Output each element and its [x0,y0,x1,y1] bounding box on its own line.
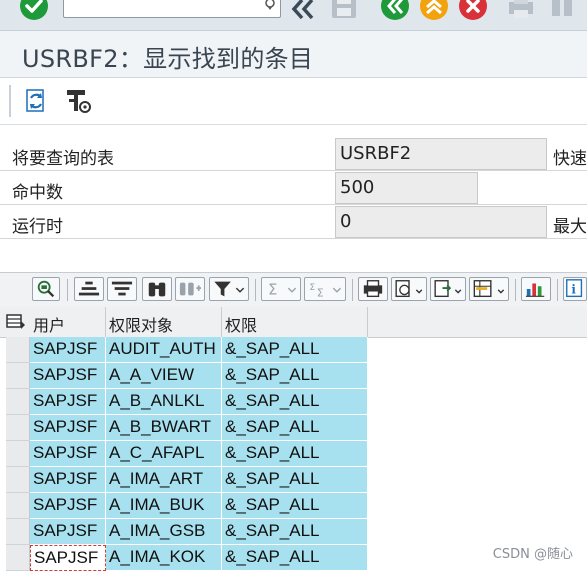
save-icon[interactable] [330,0,358,20]
svg-text:i: i [571,283,576,297]
cell-authorization[interactable]: &_SAP_ALL [222,415,368,441]
info-label-runtime: 运行时 [12,217,63,237]
svg-text:Σ: Σ [268,282,277,299]
subtotal-icon[interactable]: ΣΣ [304,277,346,301]
table-settings-icon[interactable] [64,87,92,115]
find-icon[interactable] [550,0,574,20]
cell-auth-object[interactable]: AUDIT_AUTH [106,337,222,363]
info-row-table: 将要查询的表 USRBF2 快速 [0,138,587,170]
title-bar: USRBF2：显示找到的条目 [0,31,587,78]
row-selector[interactable] [6,467,30,493]
export-icon[interactable] [430,277,466,301]
filter-icon[interactable] [209,277,249,301]
row-selector[interactable] [6,441,30,467]
cell-authorization[interactable]: &_SAP_ALL [222,519,368,545]
cell-user[interactable]: SAPJSF [30,337,106,363]
cell-user[interactable]: SAPJSF [30,389,106,415]
alv-toolbar: Σ ΣΣ i [0,272,587,308]
runtime-field: 0 [335,206,547,238]
cell-auth-object[interactable]: A_IMA_BUK [106,493,222,519]
hit-count-field: 500 [335,172,478,204]
table-name-field: USRBF2 [335,138,547,170]
row-selector[interactable] [6,363,30,389]
cancel-icon[interactable] [459,0,487,20]
info-label-hits: 命中数 [12,183,63,203]
cell-user[interactable]: SAPJSF [30,363,106,389]
cell-auth-object[interactable]: A_IMA_KOK [106,545,222,571]
cell-user[interactable]: SAPJSF [30,441,106,467]
info-label-table: 将要查询的表 [12,149,114,169]
cell-authorization[interactable]: &_SAP_ALL [222,441,368,467]
cell-user[interactable]: SAPJSF [30,415,106,441]
row-selector[interactable] [6,545,30,571]
back-icon[interactable] [381,0,409,20]
page-title: USRBF2：显示找到的条目 [22,45,314,73]
row-selector[interactable] [6,337,30,363]
svg-text:Σ: Σ [317,286,324,299]
cell-authorization[interactable]: &_SAP_ALL [222,337,368,363]
toolbar-separator [557,279,558,301]
cell-auth-object[interactable]: A_IMA_ART [106,467,222,493]
cell-auth-object[interactable]: A_A_VIEW [106,363,222,389]
cell-authorization[interactable]: &_SAP_ALL [222,467,368,493]
cell-authorization[interactable]: &_SAP_ALL [222,545,368,571]
svg-text:Σ: Σ [309,282,315,293]
cell-authorization[interactable]: &_SAP_ALL [222,493,368,519]
watermark: CSDN @随心 [492,547,573,562]
sort-ascending-icon[interactable] [74,277,104,301]
info-extra-fast: 快速 [553,149,587,169]
info-row-hits: 命中数 500 [0,172,587,204]
command-field[interactable] [63,0,281,18]
sum-icon[interactable]: Σ [261,277,301,301]
refresh-icon[interactable] [22,87,50,115]
info-row-runtime: 运行时 0 最大 [0,206,587,238]
cell-user-focused[interactable]: SAPJSF [30,545,106,571]
cell-user[interactable]: SAPJSF [30,493,106,519]
cell-authorization[interactable]: &_SAP_ALL [222,389,368,415]
cell-auth-object[interactable]: A_IMA_GSB [106,519,222,545]
double-chevron-left-icon[interactable] [291,0,315,20]
layout-icon[interactable] [469,277,509,301]
row-selector[interactable] [6,519,30,545]
command-input[interactable] [64,0,262,15]
exit-icon[interactable] [420,0,448,20]
divider [0,204,587,205]
cell-user[interactable]: SAPJSF [30,519,106,545]
cell-auth-object[interactable]: A_B_ANLKL [106,389,222,415]
print-icon[interactable] [506,0,536,20]
divider [0,170,587,171]
system-toolbar [0,0,587,31]
cell-auth-object[interactable]: A_C_AFAPL [106,441,222,467]
column-layout-icon[interactable] [6,313,26,331]
chart-icon[interactable] [521,277,551,301]
row-selector[interactable] [6,415,30,441]
binoculars-icon[interactable] [142,277,172,301]
column-header-user[interactable]: 用户 [30,307,106,337]
info-extra-max: 最大 [553,217,587,237]
views-icon[interactable] [391,277,427,301]
toolbar-separator [352,279,353,301]
chevron-down-icon[interactable] [263,0,277,11]
toolbar-separator [67,279,68,301]
grid-header: 用户 权限对象 权限 [0,307,587,338]
info-icon[interactable]: i [563,277,587,301]
print-preview-icon[interactable] [358,277,388,301]
column-header-auth-object[interactable]: 权限对象 [106,307,222,337]
find-next-icon[interactable] [175,277,205,301]
sort-descending-icon[interactable] [107,277,137,301]
toolbar-separator [515,279,516,301]
toolbar-separator [9,85,11,117]
column-header-authorization[interactable]: 权限 [222,307,368,337]
toolbar-separator [255,279,256,301]
confirm-icon[interactable] [20,0,48,20]
divider [0,238,587,239]
cell-authorization[interactable]: &_SAP_ALL [222,363,368,389]
row-selector[interactable] [6,389,30,415]
application-toolbar [0,78,587,125]
cell-auth-object[interactable]: A_B_BWART [106,415,222,441]
details-icon[interactable] [32,277,60,301]
cell-user[interactable]: SAPJSF [30,467,106,493]
row-selector[interactable] [6,493,30,519]
